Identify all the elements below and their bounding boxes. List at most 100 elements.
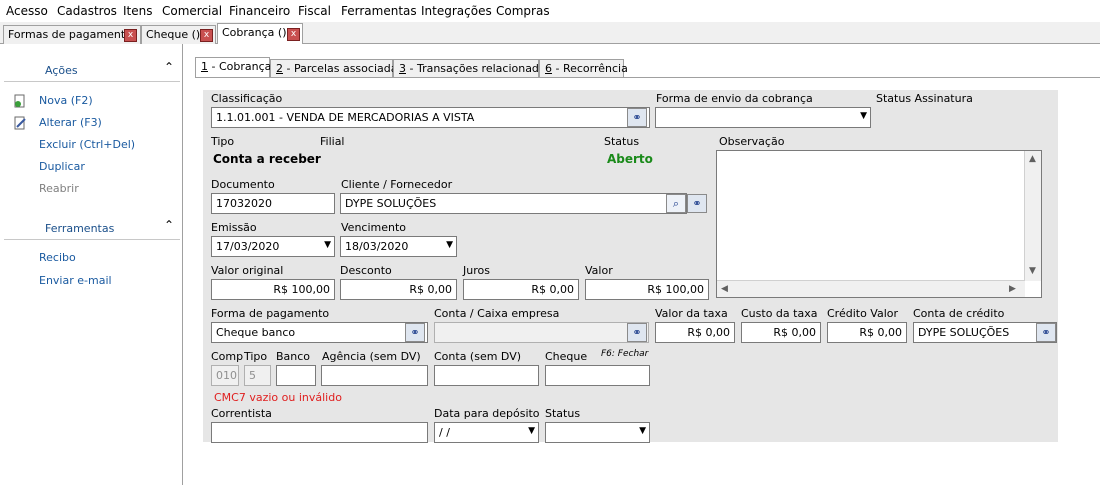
desconto-label: Desconto [340,264,392,277]
juros-label: Juros [463,264,490,277]
vencimento-datepicker[interactable]: 18/03/2020 ▼ [340,236,457,257]
doc-tab-formas-pagamento[interactable]: Formas de pagamento x [3,25,141,44]
sidebar-item-excluir[interactable]: Excluir (Ctrl+Del) [39,138,135,151]
documento-field[interactable]: 17032020 [211,193,335,214]
classificacao-field[interactable]: 1.1.01.001 - VENDA DE MERCADORIAS A VIST… [211,107,650,128]
close-icon[interactable]: x [124,29,137,42]
chevron-down-icon: ▼ [324,240,331,250]
doc-tab-label: Formas de pagamento [8,28,132,41]
tab-label: - Cobrança [208,60,272,73]
scroll-right-icon[interactable]: ▶ [1009,284,1016,294]
binoculars-icon[interactable]: ⚭ [627,323,647,342]
search-icon[interactable]: ⌕ [666,194,686,213]
menu-acesso[interactable]: Acesso [6,4,48,18]
tipo-label: Tipo [211,135,235,148]
vertical-scrollbar[interactable]: ▲ ▼ [1024,151,1041,281]
conta-caixa-field[interactable] [434,322,649,343]
tab-label: - Parcelas associadas [283,62,404,75]
emissao-datepicker[interactable]: 17/03/2020 ▼ [211,236,335,257]
doc-tab-label: Cheque () [146,28,201,41]
status2-select[interactable]: ▼ [545,422,650,443]
doc-tab-cobranca[interactable]: Cobrança () x [217,23,303,44]
binoculars-icon[interactable]: ⚭ [687,194,707,213]
tab-recorrencia[interactable]: 6 - Recorrência [539,59,628,77]
edit-document-icon [13,116,27,130]
menu-compras[interactable]: Compras [496,4,550,18]
menu-integracoes[interactable]: Integrações [421,4,492,18]
tab-cobranca[interactable]: 1 - Cobrança [195,57,272,78]
menu-itens[interactable]: Itens [123,4,152,18]
chevron-up-icon[interactable]: ⌃ [164,60,174,74]
valor-field[interactable]: R$ 100,00 [585,279,709,300]
tab-transacoes[interactable]: 3 - Transações relacionadas [393,59,551,77]
document-tabs: Formas de pagamento x Cheque () x Cobran… [0,22,1100,44]
menu-comercial[interactable]: Comercial [162,4,222,18]
forma-pagamento-field[interactable]: Cheque banco [211,322,428,343]
correntista-field[interactable] [211,422,428,443]
observacao-textarea[interactable]: ▲ ▼ ◀ ▶ [716,150,1042,298]
desconto-field[interactable]: R$ 0,00 [340,279,457,300]
data-deposito-value: / / [439,426,450,439]
cliente-label: Cliente / Fornecedor [341,178,453,191]
tipo-value: Conta a receber [213,152,321,166]
sidebar: Ações ⌃ Nova (F2) Alterar (F3) Excluir (… [0,44,183,485]
tipo2-field[interactable]: 5 [244,365,271,386]
cheque-label: Cheque [545,350,588,363]
menu-financeiro[interactable]: Financeiro [229,4,290,18]
juros-field[interactable]: R$ 0,00 [463,279,579,300]
credito-valor-field[interactable]: R$ 0,00 [827,322,907,343]
banco-label: Banco [276,350,311,363]
sidebar-item-enviar-email[interactable]: Enviar e-mail [39,274,112,287]
data-deposito-datepicker[interactable]: / / ▼ [434,422,539,443]
sidebar-item-nova[interactable]: Nova (F2) [39,94,93,107]
sidebar-item-alterar[interactable]: Alterar (F3) [39,116,102,129]
sidebar-item-duplicar[interactable]: Duplicar [39,160,85,173]
conta-sem-dv-field[interactable] [434,365,539,386]
cheque-field[interactable] [545,365,650,386]
tab-parcelas[interactable]: 2 - Parcelas associadas [270,59,403,77]
valor-label: Valor [585,264,613,277]
valor-original-field[interactable]: R$ 100,00 [211,279,335,300]
sidebar-item-reabrir[interactable]: Reabrir [39,182,79,195]
status-label: Status [604,135,640,148]
sidebar-section-acoes[interactable]: Ações ⌃ [4,56,180,82]
chevron-down-icon: ▼ [446,240,453,250]
cliente-field[interactable]: DYPE SOLUÇÕES [340,193,687,214]
binoculars-icon[interactable]: ⚭ [405,323,425,342]
menu-cadastros[interactable]: Cadastros [57,4,117,18]
sidebar-section-title: Ações [45,64,78,77]
status2-label: Status [545,407,581,420]
forma-envio-select[interactable]: ▼ [655,107,871,128]
binoculars-icon[interactable]: ⚭ [1036,323,1056,342]
correntista-label: Correntista [211,407,272,420]
chevron-up-icon[interactable]: ⌃ [164,218,174,232]
sidebar-section-ferramentas[interactable]: Ferramentas ⌃ [4,214,180,240]
close-icon[interactable]: x [287,28,300,41]
horizontal-scrollbar[interactable]: ◀ ▶ [717,280,1025,297]
observacao-label: Observação [719,135,785,148]
custo-taxa-field[interactable]: R$ 0,00 [741,322,821,343]
scroll-left-icon[interactable]: ◀ [721,284,728,294]
tab-label: - Recorrência [552,62,628,75]
comp-field[interactable]: 010 [211,365,239,386]
tab-key: 3 [399,62,406,75]
data-deposito-label: Data para depósito [434,407,540,420]
menu-ferramentas[interactable]: Ferramentas [341,4,417,18]
valor-taxa-field[interactable]: R$ 0,00 [655,322,735,343]
vencimento-value: 18/03/2020 [345,240,409,253]
filial-label: Filial [320,135,345,148]
forma-pagamento-label: Forma de pagamento [211,307,330,320]
scroll-down-icon[interactable]: ▼ [1029,266,1036,276]
doc-tab-cheque[interactable]: Cheque () x [141,25,216,44]
tipo2-label: Tipo [244,350,268,363]
valor-original-label: Valor original [211,264,284,277]
scroll-up-icon[interactable]: ▲ [1029,154,1036,164]
close-icon[interactable]: x [200,29,213,42]
binoculars-icon[interactable]: ⚭ [627,108,647,127]
agencia-field[interactable] [321,365,428,386]
menu-fiscal[interactable]: Fiscal [298,4,331,18]
chevron-down-icon: ▼ [860,111,867,121]
status-value: Aberto [607,152,653,166]
sidebar-item-recibo[interactable]: Recibo [39,251,76,264]
banco-field[interactable] [276,365,316,386]
